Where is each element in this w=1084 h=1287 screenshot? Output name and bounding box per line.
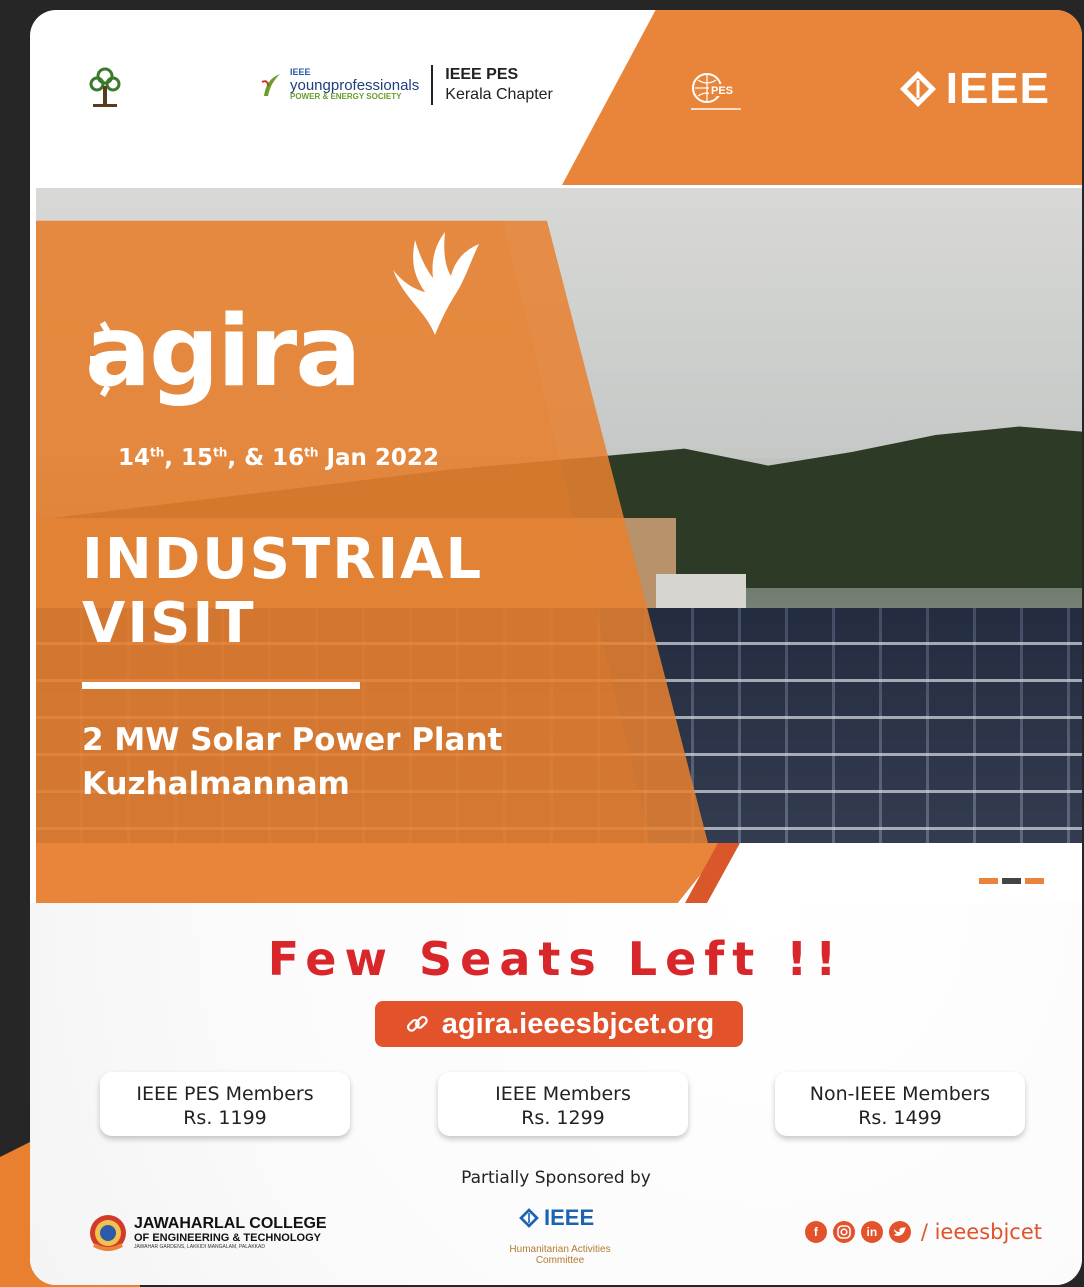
title-line1: INDUSTRIAL [82, 527, 484, 592]
yp-leaf-icon [261, 74, 280, 96]
social-links: f in / ieeesbjcet [804, 1220, 1042, 1244]
pes-line2: Kerala Chapter [445, 86, 553, 103]
event-dates: 14th, 15th, & 16th Jan 2022 [118, 445, 439, 471]
plant-location: 2 MW Solar Power Plant Kuzhalmannam [82, 718, 502, 806]
event-title: INDUSTRIAL VISIT [82, 528, 483, 656]
facebook-icon[interactable]: f [804, 1221, 827, 1243]
yp-text: IEEE youngprofessionals POWER & ENERGY S… [290, 67, 420, 102]
date-tail: Jan 2022 [326, 445, 439, 471]
pes-line1: IEEE PES [445, 66, 519, 83]
price-amount: Rs. 1499 [858, 1107, 942, 1129]
college-line3: JAWAHAR GARDENS, LAKKIDI MANGALAM, PALAK… [134, 1243, 265, 1250]
seats-left-heading: Few Seats Left !! [267, 932, 845, 986]
registration-link[interactable]: agira.ieeesbjcet.org [375, 1001, 743, 1047]
date-day3: 16 [272, 445, 305, 471]
price-amount: Rs. 1299 [521, 1107, 605, 1129]
instagram-icon[interactable] [832, 1221, 855, 1243]
price-label: IEEE Members [495, 1083, 631, 1105]
registration-url: agira.ieeesbjcet.org [441, 1007, 715, 1040]
plant-line1: 2 MW Solar Power Plant [82, 722, 503, 758]
ieee-blue-text: IEEE [544, 1205, 595, 1230]
date-suffix: th [304, 445, 319, 460]
date-day2: 15 [181, 445, 214, 471]
plant-line2: Kuzhalmannam [82, 766, 350, 802]
price-label: IEEE PES Members [136, 1083, 314, 1105]
college-line2: OF ENGINEERING & TECHNOLOGY [134, 1231, 322, 1244]
svg-text:PES: PES [711, 85, 733, 97]
college-emblem-icon [90, 1215, 126, 1251]
hac-text: Humanitarian Activities Committee [509, 1244, 611, 1266]
title-underline [82, 682, 360, 689]
logo-divider [431, 65, 434, 105]
college-line1: JAWAHARLAL COLLEGE [134, 1214, 327, 1232]
orange-band [36, 843, 726, 903]
link-icon [406, 1015, 428, 1032]
ieee-diamond-icon [899, 71, 936, 107]
pes-chapter-text: IEEE PES Kerala Chapter [445, 65, 553, 105]
price-label: Non-IEEE Members [809, 1083, 991, 1105]
date-suffix: th [150, 445, 165, 460]
social-handle[interactable]: / ieeesbjcet [921, 1220, 1042, 1244]
ieee-yp-pes-logo: IEEE youngprofessionals POWER & ENERGY S… [260, 65, 553, 105]
college-logo: JAWAHARLAL COLLEGE OF ENGINEERING & TECH… [88, 1213, 327, 1253]
title-line2: VISIT [82, 591, 256, 656]
poster-card: IEEE youngprofessionals POWER & ENERGY S… [30, 10, 1082, 1285]
ieee-logo-text: IEEE [945, 64, 1050, 113]
sponsor-text: Partially Sponsored by [461, 1168, 651, 1188]
tree-logo-icon [89, 67, 121, 107]
date-day1: 14 [118, 445, 151, 471]
ieee-blue-logo: IEEE [518, 1205, 594, 1231]
ieee-pes-badge-icon: PES [691, 73, 741, 110]
phoenix-icon [393, 232, 479, 335]
twitter-icon[interactable] [888, 1221, 911, 1243]
linkedin-icon[interactable]: in [860, 1221, 883, 1243]
date-suffix: th [213, 445, 228, 460]
sun-icon [90, 321, 111, 397]
price-card-non-ieee: Non-IEEE Members Rs. 1499 [775, 1072, 1025, 1136]
decorative-dashes [979, 878, 1044, 884]
ieee-diamond-icon [519, 1208, 539, 1228]
price-card-ieee: IEEE Members Rs. 1299 [438, 1072, 688, 1136]
yp-main: youngprofessionals [290, 76, 420, 94]
price-amount: Rs. 1199 [183, 1107, 267, 1129]
price-card-pes: IEEE PES Members Rs. 1199 [100, 1072, 350, 1136]
yp-sub: POWER & ENERGY SOCIETY [290, 92, 402, 102]
ieee-logo: IEEE [898, 64, 1050, 114]
